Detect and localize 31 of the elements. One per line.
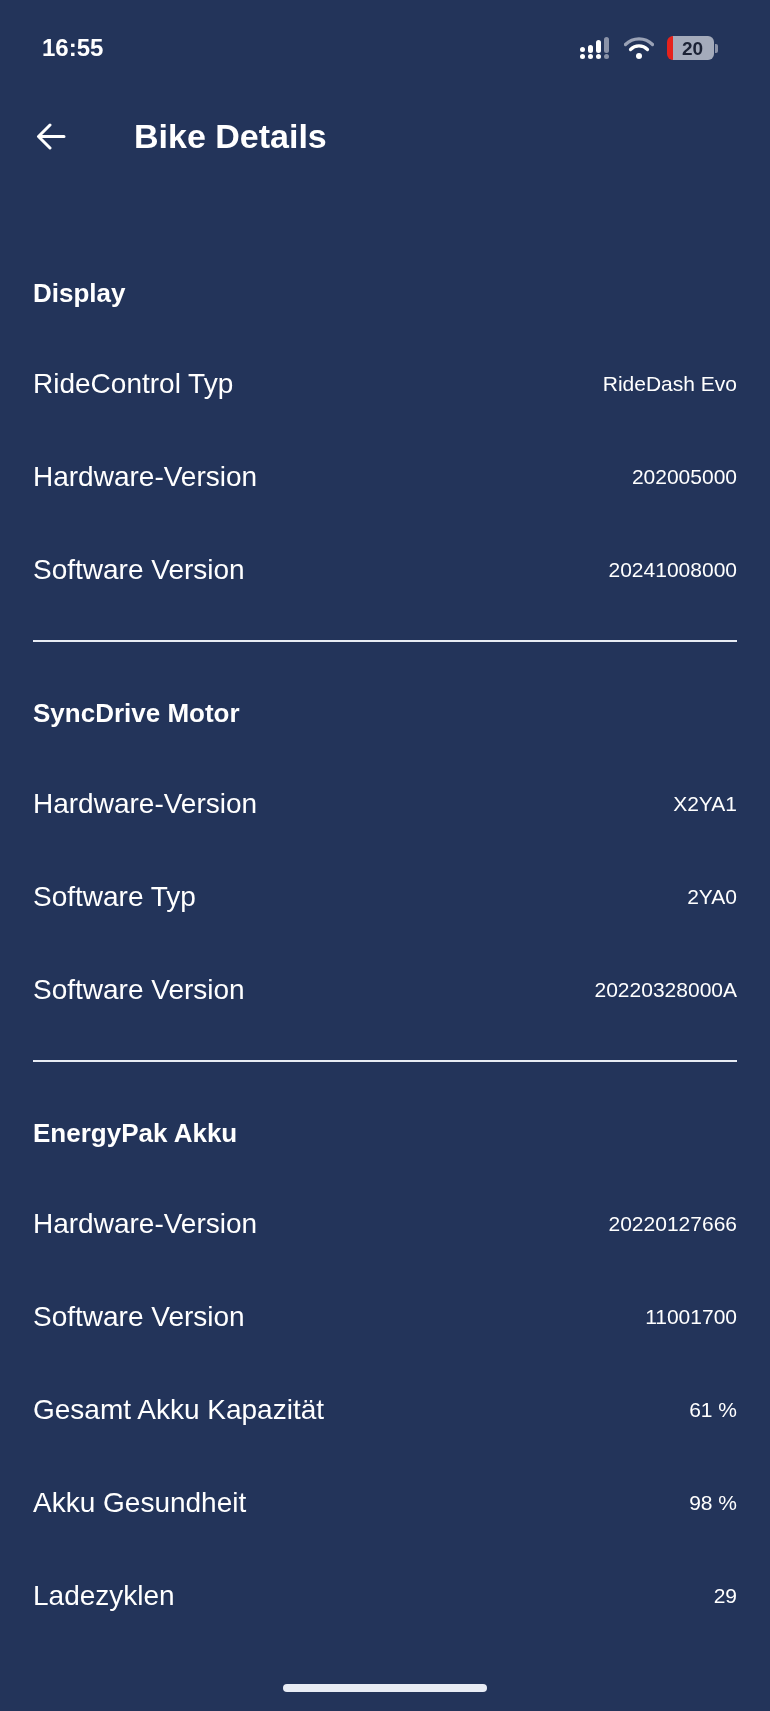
section-heading: Display <box>33 280 126 306</box>
back-arrow-icon <box>36 122 66 150</box>
row-value: 202005000 <box>631 466 737 487</box>
row-label: Akku Gesundheit <box>33 1488 247 1517</box>
row-value: 20220328000A <box>594 979 737 1000</box>
row-label: Ladezyklen <box>33 1581 175 1610</box>
row-value: RideDash Evo <box>602 373 737 394</box>
row-label: Hardware-Version <box>33 462 258 491</box>
row-label: Hardware-Version <box>33 1209 258 1238</box>
section-heading: EnergyPak Akku <box>33 1120 238 1146</box>
row-label: Software Version <box>33 1302 245 1331</box>
row-label: Software Version <box>33 975 245 1004</box>
row-value: 98 % <box>689 1492 737 1513</box>
row-label: Gesamt Akku Kapazität <box>33 1395 325 1424</box>
row-value: 20220127666 <box>608 1213 737 1234</box>
wifi-icon <box>624 37 654 59</box>
row-label: Software Typ <box>33 882 196 911</box>
row-value: 29 <box>713 1585 737 1606</box>
page-title: Bike Details <box>134 119 327 153</box>
row-value: 11001700 <box>645 1306 737 1327</box>
row-label: Software Version <box>33 555 245 584</box>
row-value: 2YA0 <box>687 886 737 907</box>
signal-icon <box>580 37 611 59</box>
battery-indicator: 20 <box>667 36 718 60</box>
section-heading: SyncDrive Motor <box>33 700 240 726</box>
status-time: 16:55 <box>42 36 104 60</box>
row-value: X2YA1 <box>673 793 737 814</box>
row-value: 61 % <box>689 1399 737 1420</box>
row-value: 20241008000 <box>608 559 737 580</box>
row-label: RideControl Typ <box>33 369 234 398</box>
row-label: Hardware-Version <box>33 789 258 818</box>
